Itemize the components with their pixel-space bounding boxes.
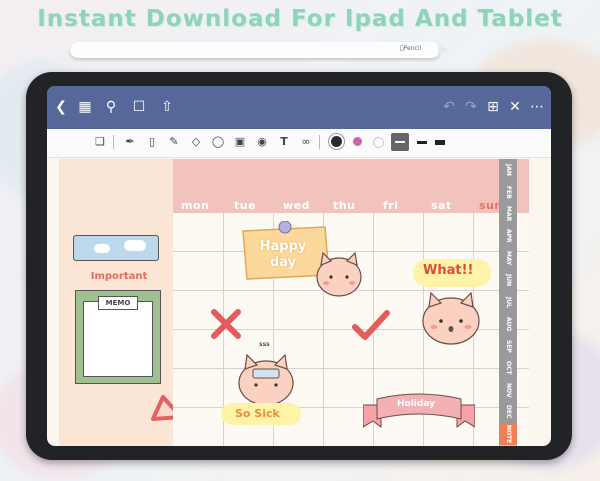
cloud-icon [124, 240, 146, 251]
color-swatch-pink[interactable] [353, 137, 362, 146]
page-headline: Instant Download For Ipad And Tablet [37, 6, 563, 32]
memo-card: MEMO [75, 290, 161, 384]
app-screen: ❮ ▦ ⚲ ☐ ⇧ ↶ ↷ ⊞ ✕ ⋯ ❏ ✒ ▯ ✎ ◇ ◯ ▣ ◉ T ∞ [47, 86, 551, 446]
holiday-banner [363, 393, 475, 428]
add-page-icon[interactable]: ⊞ [485, 99, 501, 115]
more-icon[interactable]: ⋯ [529, 99, 545, 115]
month-tab-dec[interactable]: DEC [499, 401, 517, 424]
weekday-label: sat [431, 199, 452, 212]
grid-icon[interactable]: ▦ [77, 99, 93, 115]
share-icon[interactable]: ⇧ [159, 99, 175, 115]
image-icon[interactable]: ▣ [233, 135, 247, 149]
shapes-icon[interactable]: ◇ [189, 135, 203, 149]
pen-icon[interactable]: ✒ [123, 135, 137, 149]
eraser-icon[interactable]: ▯ [145, 135, 159, 149]
sick-cat-sticker [238, 353, 294, 406]
toolbar-divider [113, 135, 114, 149]
cat-sticker [316, 251, 362, 297]
memo-paper [83, 301, 153, 377]
weekday-label: fri [383, 199, 399, 212]
month-tab-may[interactable]: MAY [499, 247, 517, 270]
month-tab-nov[interactable]: NOV [499, 379, 517, 402]
weekday-header: mon tue wed thu fri sat sun [173, 159, 529, 213]
page-icon[interactable]: ❏ [93, 135, 107, 149]
text-icon[interactable]: T [277, 135, 291, 149]
camera-icon[interactable]: ◉ [255, 135, 269, 149]
color-swatch-empty[interactable] [373, 137, 384, 148]
month-tab-sep[interactable]: SEP [499, 335, 517, 358]
holiday-text: Holiday [397, 399, 435, 409]
drawing-toolbar: ❏ ✒ ▯ ✎ ◇ ◯ ▣ ◉ T ∞ [47, 129, 551, 158]
month-tab-aug[interactable]: AUG [499, 313, 517, 336]
stroke-width-medium[interactable] [417, 141, 427, 144]
highlighter-icon[interactable]: ✎ [167, 135, 181, 149]
month-tab-mar[interactable]: MAR [499, 203, 517, 226]
stroke-width-thick[interactable] [435, 140, 445, 145]
weekday-label: wed [283, 199, 310, 212]
surprised-cat-sticker [422, 291, 480, 345]
month-tab-feb[interactable]: FEB [499, 181, 517, 204]
so-sick-text: So Sick [235, 407, 280, 420]
month-tab-jun[interactable]: JUN [499, 269, 517, 292]
month-tabs: JAN FEB MAR APR MAY JUN JUL AUG SEP OCT NOV DEC NOTE [499, 159, 517, 446]
month-tab-jul[interactable]: JUL [499, 291, 517, 314]
cloud-window-sticker [73, 235, 159, 261]
search-icon[interactable]: ⚲ [103, 99, 119, 115]
x-mark-sticker [211, 309, 241, 339]
sss-text: sss [259, 341, 270, 348]
important-label: Important [90, 271, 148, 282]
stroke-width-selected[interactable] [391, 133, 409, 151]
month-tab-apr[interactable]: APR [499, 225, 517, 248]
link-icon[interactable]: ∞ [299, 135, 313, 149]
happy-day-text: Happy day [259, 239, 307, 270]
bookmark-icon[interactable]: ☐ [131, 99, 147, 115]
color-swatch-black[interactable] [331, 136, 342, 147]
month-tab-oct[interactable]: OCT [499, 357, 517, 380]
top-navbar: ❮ ▦ ⚲ ☐ ⇧ ↶ ↷ ⊞ ✕ ⋯ [47, 86, 551, 129]
month-tab-jan[interactable]: JAN [499, 159, 517, 182]
apple-pencil [70, 42, 450, 58]
planner-page: Important MEMO mon tue wed thu fri sat s… [59, 159, 529, 446]
toolbar-divider [319, 135, 320, 149]
weekday-label: tue [234, 199, 257, 212]
weekday-label: mon [181, 199, 210, 212]
calendar-grid: mon tue wed thu fri sat sun Happy day Wh… [173, 159, 529, 446]
month-tab-note[interactable]: NOTE [499, 423, 517, 446]
memo-label: MEMO [98, 296, 138, 310]
weekday-label: thu [333, 199, 356, 212]
back-icon[interactable]: ❮ [53, 99, 69, 115]
stroke-thin-icon [395, 141, 405, 143]
grid-line [173, 368, 529, 369]
what-text: What!! [423, 263, 474, 278]
check-mark-sticker [352, 310, 390, 340]
undo-icon[interactable]: ↶ [441, 99, 457, 115]
planner-sidebar: Important MEMO [59, 159, 183, 446]
cloud-icon [94, 244, 110, 253]
lasso-icon[interactable]: ◯ [211, 135, 225, 149]
pencil-label: Pencil [400, 45, 421, 52]
close-icon[interactable]: ✕ [507, 99, 523, 115]
redo-icon[interactable]: ↷ [463, 99, 479, 115]
